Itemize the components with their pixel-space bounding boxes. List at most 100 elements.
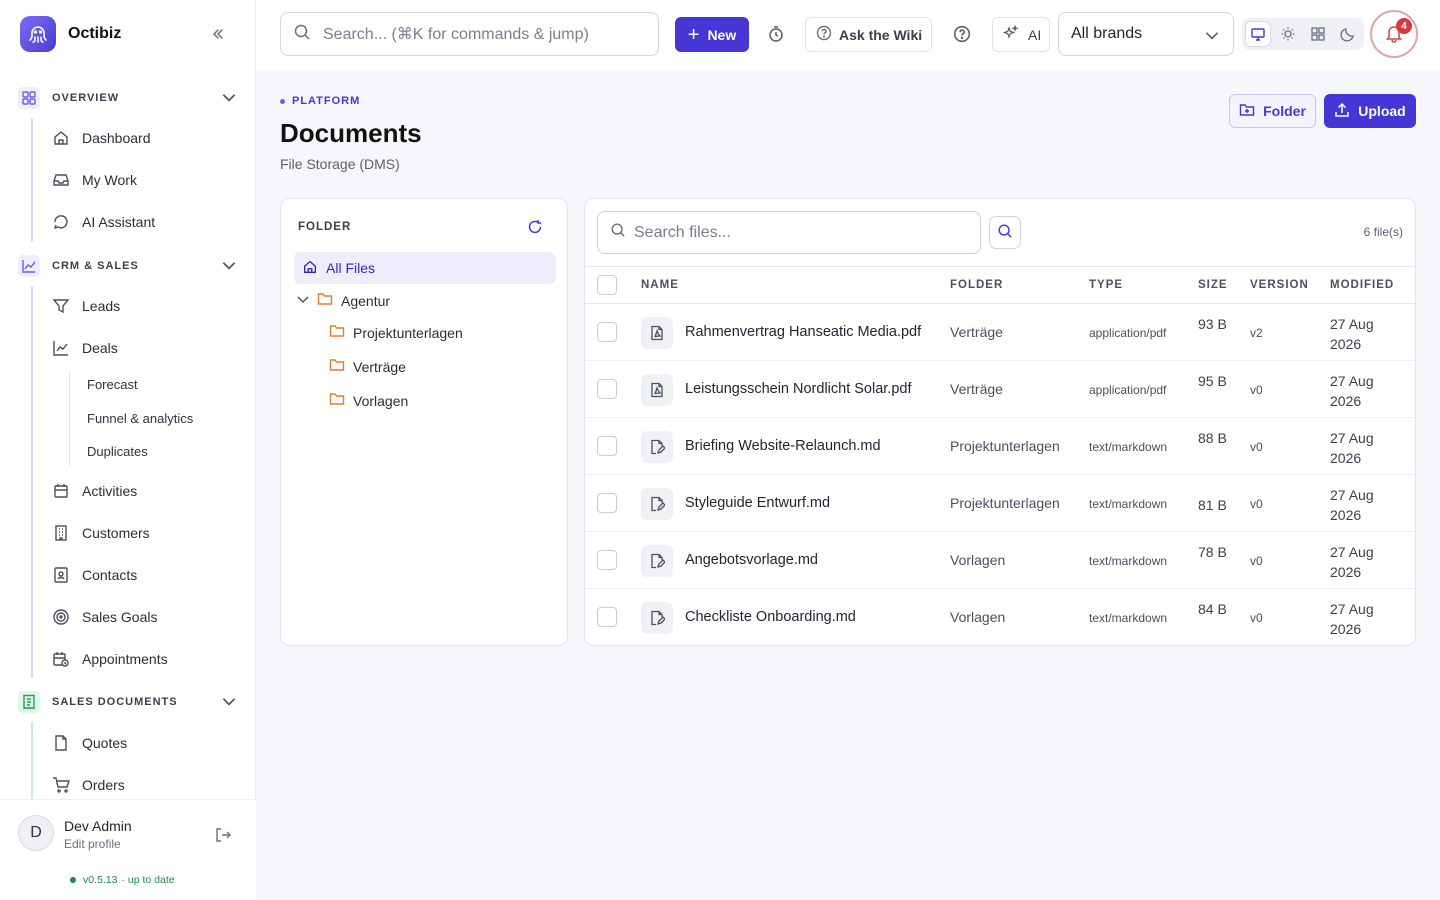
sidebar-item-contacts[interactable]: Contacts [52, 563, 137, 587]
file-type: text/markdown [1089, 440, 1168, 454]
file-type: text/markdown [1089, 611, 1168, 625]
file-name[interactable]: Checkliste Onboarding.md [685, 609, 856, 625]
table-row[interactable]: Briefing Website-Relaunch.md Projektunte… [585, 418, 1415, 475]
brand-select[interactable]: All brands [1058, 12, 1234, 56]
brand[interactable]: Octibiz [20, 16, 121, 52]
refresh-icon[interactable] [527, 219, 543, 238]
table-row[interactable]: Styleguide Entwurf.md Projektunterlagen … [585, 475, 1415, 532]
file-search-button[interactable] [989, 216, 1021, 249]
sidebar-subitem-duplicates[interactable]: Duplicates [87, 444, 148, 459]
file-size: 78 B [1198, 544, 1227, 560]
column-header-name[interactable]: NAME [641, 279, 679, 291]
breadcrumb: PLATFORM [280, 95, 360, 107]
sidebar-item-activities[interactable]: Activities [52, 479, 137, 503]
folder-icon [329, 391, 345, 410]
ask-wiki-button[interactable]: Ask the Wiki [805, 17, 932, 52]
file-size: 95 B [1198, 373, 1227, 389]
chevron-down-icon[interactable] [220, 256, 238, 277]
table-row[interactable]: Rahmenvertrag Hanseatic Media.pdf Verträ… [585, 304, 1415, 361]
folder-tree-item-vorlagen[interactable]: Vorlagen [329, 391, 408, 410]
sidebar-item-sales-goals[interactable]: Sales Goals [52, 605, 157, 629]
sidebar-item-label: Activities [82, 483, 138, 499]
row-checkbox[interactable] [597, 607, 617, 627]
double-chevron-left-icon[interactable] [206, 22, 230, 46]
file-size: 81 B [1198, 497, 1227, 513]
column-header-version[interactable]: VERSION [1250, 279, 1309, 291]
sidebar-item-deals[interactable]: Deals [52, 336, 118, 360]
sidebar-item-my-work[interactable]: My Work [52, 168, 137, 192]
ai-label: AI [1028, 26, 1042, 43]
file-modified: 27 Aug 2026 [1330, 544, 1374, 580]
sidebar-item-leads[interactable]: Leads [52, 294, 120, 318]
select-all-checkbox[interactable] [597, 275, 617, 295]
breadcrumb-label[interactable]: PLATFORM [292, 95, 360, 107]
chevron-down-icon[interactable] [220, 692, 238, 713]
notifications-button[interactable]: 4 [1370, 10, 1418, 58]
row-checkbox[interactable] [597, 493, 617, 513]
files-panel: Search files... 6 file(s) NAME FOLDER TY… [584, 198, 1416, 646]
folder-tree-item-vertraege[interactable]: Verträge [329, 357, 406, 376]
table-row[interactable]: Angebotsvorlage.md Vorlagen text/markdow… [585, 532, 1415, 589]
sidebar-item-ai-assistant[interactable]: AI Assistant [52, 210, 155, 234]
sidebar-item-dashboard[interactable]: Dashboard [52, 126, 151, 150]
file-name[interactable]: Styleguide Entwurf.md [685, 495, 830, 511]
folder-tree-all-files[interactable]: All Files [294, 252, 556, 284]
help-icon[interactable] [950, 22, 974, 46]
folder-tree-item-agentur[interactable]: Agentur [295, 291, 390, 310]
section-sales-documents[interactable]: SALES DOCUMENTS [18, 690, 240, 714]
logout-icon[interactable] [214, 826, 232, 847]
table-row[interactable]: Leistungsschein Nordlicht Solar.pdf Vert… [585, 361, 1415, 418]
column-header-type[interactable]: TYPE [1089, 279, 1123, 291]
file-name[interactable]: Briefing Website-Relaunch.md [685, 438, 881, 454]
sidebar-item-orders[interactable]: Orders [52, 773, 125, 797]
file-type: text/markdown [1089, 554, 1168, 568]
row-checkbox[interactable] [597, 322, 617, 342]
chevron-down-icon[interactable] [295, 291, 311, 310]
file-modified: 27 Aug 2026 [1330, 316, 1374, 352]
folder-tree-item-projektunterlagen[interactable]: Projektunterlagen [329, 323, 463, 342]
column-header-size[interactable]: SIZE [1198, 279, 1228, 291]
version-status-text: · up to date [121, 874, 175, 886]
user-panel: D Dev Admin Edit profile v0.5.13 · up to… [0, 799, 256, 900]
file-search-input[interactable]: Search files... [597, 211, 981, 254]
sidebar-item-quotes[interactable]: Quotes [52, 731, 127, 755]
sidebar-item-label: Quotes [82, 735, 128, 751]
column-header-modified[interactable]: MODIFIED [1330, 279, 1394, 291]
section-overview[interactable]: OVERVIEW [18, 86, 240, 110]
upload-button[interactable]: Upload [1324, 94, 1416, 128]
edit-file-icon [641, 488, 673, 520]
new-folder-button[interactable]: Folder [1229, 94, 1316, 128]
pdf-file-icon [641, 317, 673, 349]
sun-icon[interactable] [1275, 21, 1301, 47]
column-header-folder[interactable]: FOLDER [950, 279, 1003, 291]
sidebar-subitem-funnel[interactable]: Funnel & analytics [87, 411, 193, 426]
ai-button[interactable]: AI [992, 17, 1050, 52]
file-name[interactable]: Angebotsvorlage.md [685, 552, 818, 568]
section-crm-sales[interactable]: CRM & SALES [18, 254, 240, 278]
new-button[interactable]: + New [675, 17, 749, 52]
layout-grid-icon[interactable] [1305, 21, 1331, 47]
global-search-input[interactable]: Search... (⌘K for commands & jump) [280, 12, 659, 56]
file-version: v0 [1250, 383, 1263, 397]
folder-panel-title: FOLDER [298, 221, 352, 233]
file-type: application/pdf [1089, 383, 1167, 397]
avatar[interactable]: D [18, 815, 54, 851]
chevron-down-icon[interactable] [220, 88, 238, 109]
row-checkbox[interactable] [597, 379, 617, 399]
sidebar-item-customers[interactable]: Customers [52, 521, 150, 545]
file-folder: Vorlagen [950, 609, 1006, 625]
contact-card-icon [52, 566, 70, 584]
file-name[interactable]: Rahmenvertrag Hanseatic Media.pdf [685, 324, 921, 340]
file-name[interactable]: Leistungsschein Nordlicht Solar.pdf [685, 381, 912, 397]
monitor-icon[interactable] [1245, 21, 1271, 47]
row-checkbox[interactable] [597, 550, 617, 570]
file-version: v0 [1250, 554, 1263, 568]
table-row[interactable]: Checkliste Onboarding.md Vorlagen text/m… [585, 589, 1415, 645]
row-checkbox[interactable] [597, 436, 617, 456]
edit-profile-link[interactable]: Edit profile [64, 837, 121, 851]
timer-icon[interactable] [764, 22, 788, 46]
chart-line-icon [18, 255, 40, 277]
moon-icon[interactable] [1335, 21, 1361, 47]
sidebar-item-appointments[interactable]: Appointments [52, 647, 168, 671]
sidebar-subitem-forecast[interactable]: Forecast [87, 377, 138, 392]
